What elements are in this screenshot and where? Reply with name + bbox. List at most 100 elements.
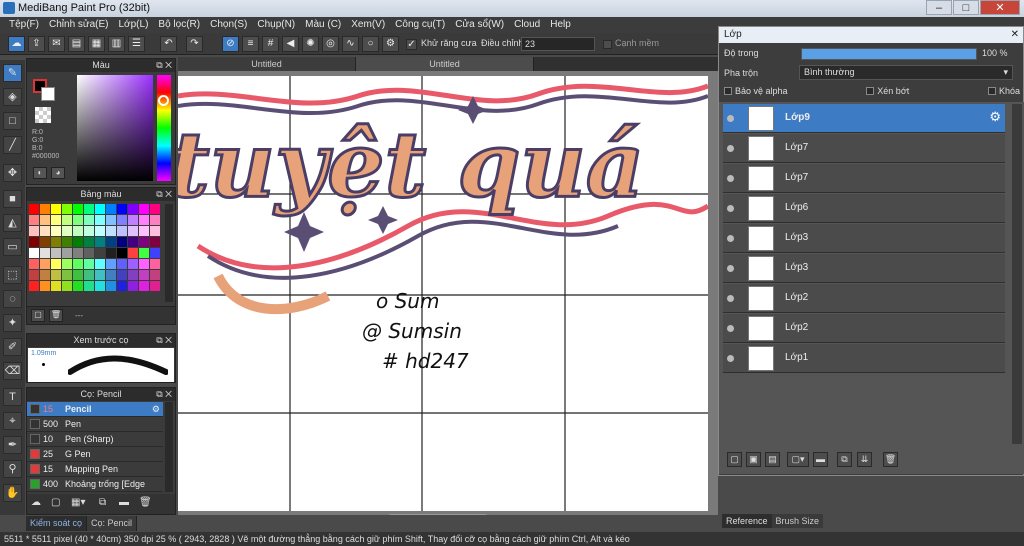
palette-swatch[interactable]: [106, 215, 116, 225]
palette-swatch[interactable]: [106, 281, 116, 291]
tab-reference[interactable]: Reference: [722, 514, 772, 528]
palette-swatch[interactable]: [51, 226, 61, 236]
palette-swatch[interactable]: [29, 270, 39, 280]
palette-swatch[interactable]: [106, 226, 116, 236]
brush-folder-icon[interactable]: ▬: [119, 497, 133, 511]
menu-snap[interactable]: Chụp(N): [252, 17, 300, 33]
hue-handle[interactable]: [158, 95, 169, 106]
brush-cloud-icon[interactable]: ☁: [31, 497, 45, 511]
palette-swatch[interactable]: [84, 281, 94, 291]
select-pen-tool-icon[interactable]: ✐: [3, 338, 22, 356]
palette-swatch[interactable]: [29, 215, 39, 225]
layer-list-scrollbar[interactable]: [1012, 104, 1022, 444]
color-picker-icon[interactable]: ◕: [51, 167, 65, 179]
palette-swatch[interactable]: [84, 226, 94, 236]
menu-color[interactable]: Màu (C): [300, 17, 346, 33]
layer-item[interactable]: Lớp9 ⚙: [723, 104, 1005, 133]
menu-window[interactable]: Cửa sổ(W): [450, 17, 509, 33]
grid-snap-icon[interactable]: #: [262, 36, 279, 52]
palette-swatch[interactable]: [73, 237, 83, 247]
soft-edge-checkbox[interactable]: [603, 40, 612, 49]
tab-document-1[interactable]: Untitled: [178, 57, 356, 71]
palette-swatch[interactable]: [95, 215, 105, 225]
close-button[interactable]: ✕: [980, 0, 1020, 15]
menu-help[interactable]: Help: [545, 17, 576, 33]
palette-swatch[interactable]: [128, 204, 138, 214]
palette-swatch[interactable]: [117, 270, 127, 280]
palette-swatch[interactable]: [117, 237, 127, 247]
palette-swatch[interactable]: [106, 237, 116, 247]
palette-swatch[interactable]: [40, 259, 50, 269]
undo-icon[interactable]: ↶: [160, 36, 177, 52]
menu-file[interactable]: Tệp(F): [4, 17, 44, 33]
palette-swatch[interactable]: [84, 270, 94, 280]
bucket-tool-icon[interactable]: ◭: [3, 214, 22, 232]
new-8bit-layer-icon[interactable]: ▤: [765, 452, 780, 467]
layer-item[interactable]: Lớp7: [723, 134, 1005, 163]
dropper-tool-icon[interactable]: ✒: [3, 436, 22, 454]
palette-swatch[interactable]: [150, 215, 160, 225]
palette-swatch[interactable]: [62, 237, 72, 247]
page-icon[interactable]: ▦: [88, 36, 105, 52]
minimize-button[interactable]: –: [926, 0, 952, 15]
gradient-tool-icon[interactable]: ▭: [3, 238, 22, 256]
panel-close-icon[interactable]: ⧉ ✕: [156, 59, 172, 72]
brush-tool-icon[interactable]: ✎: [3, 64, 22, 82]
delete-palette-icon[interactable]: 🗑: [49, 309, 63, 322]
palette-swatch[interactable]: [95, 204, 105, 214]
circle-snap-icon[interactable]: ◎: [322, 36, 339, 52]
parallel-snap-icon[interactable]: ≡: [242, 36, 259, 52]
palette-swatch[interactable]: [139, 237, 149, 247]
ellipse-snap-icon[interactable]: ○: [362, 36, 379, 52]
brush-item[interactable]: 400 Khoảng trống [Edge: [27, 477, 163, 492]
vanishing-snap-icon[interactable]: ◀: [282, 36, 299, 52]
brush-copy-icon[interactable]: ⧉: [99, 497, 113, 511]
antialias-checkbox[interactable]: ✓: [406, 39, 417, 50]
palette-swatch[interactable]: [51, 259, 61, 269]
palette-swatch[interactable]: [139, 248, 149, 258]
line-tool-icon[interactable]: ╱: [3, 136, 22, 154]
tab-document-2[interactable]: Untitled: [356, 57, 534, 71]
export-icon[interactable]: ⇪: [28, 36, 45, 52]
layer-item[interactable]: Lớp2: [723, 284, 1005, 313]
eye-icon[interactable]: [727, 265, 734, 272]
add-layer-menu-icon[interactable]: ▢▾: [787, 452, 809, 467]
layer-item[interactable]: Lớp7: [723, 164, 1005, 193]
layer-item[interactable]: Lớp1: [723, 344, 1005, 373]
palette-swatch[interactable]: [117, 215, 127, 225]
layer-item[interactable]: Lớp3: [723, 224, 1005, 253]
palette-swatch[interactable]: [106, 270, 116, 280]
palette-swatch[interactable]: [117, 259, 127, 269]
palette-swatch[interactable]: [29, 248, 39, 258]
palette-swatch[interactable]: [84, 259, 94, 269]
palette-swatch[interactable]: [73, 204, 83, 214]
saturation-value-picker[interactable]: [77, 75, 153, 181]
eye-icon[interactable]: [727, 175, 734, 182]
redo-icon[interactable]: ↷: [186, 36, 203, 52]
curve-snap-icon[interactable]: ∿: [342, 36, 359, 52]
brush-item[interactable]: 25 G Pen: [27, 447, 163, 462]
palette-swatch[interactable]: [51, 204, 61, 214]
color-mode-icon[interactable]: ◐: [33, 167, 47, 179]
opacity-slider[interactable]: [801, 48, 977, 60]
palette-swatch[interactable]: [40, 226, 50, 236]
palette-swatch[interactable]: [117, 226, 127, 236]
new-halftone-layer-icon[interactable]: ▣: [746, 452, 761, 467]
palette-swatch[interactable]: [117, 204, 127, 214]
palette-swatch[interactable]: [62, 215, 72, 225]
palette-swatch[interactable]: [73, 259, 83, 269]
palette-swatch[interactable]: [73, 248, 83, 258]
shape-tool-icon[interactable]: □: [3, 112, 22, 130]
palette-swatch[interactable]: [73, 215, 83, 225]
palette-swatch[interactable]: [29, 237, 39, 247]
palette-swatch[interactable]: [73, 281, 83, 291]
palette-swatch[interactable]: [117, 281, 127, 291]
panel-close-icon[interactable]: ⧉ ✕: [156, 334, 172, 347]
palette-swatch[interactable]: [51, 215, 61, 225]
duplicate-layer-icon[interactable]: ⧉: [837, 452, 852, 467]
palette-swatch[interactable]: [128, 259, 138, 269]
palette-swatch[interactable]: [84, 215, 94, 225]
eye-icon[interactable]: [727, 325, 734, 332]
clipping-checkbox[interactable]: Xén bớt: [866, 86, 909, 96]
palette-swatch[interactable]: [51, 237, 61, 247]
